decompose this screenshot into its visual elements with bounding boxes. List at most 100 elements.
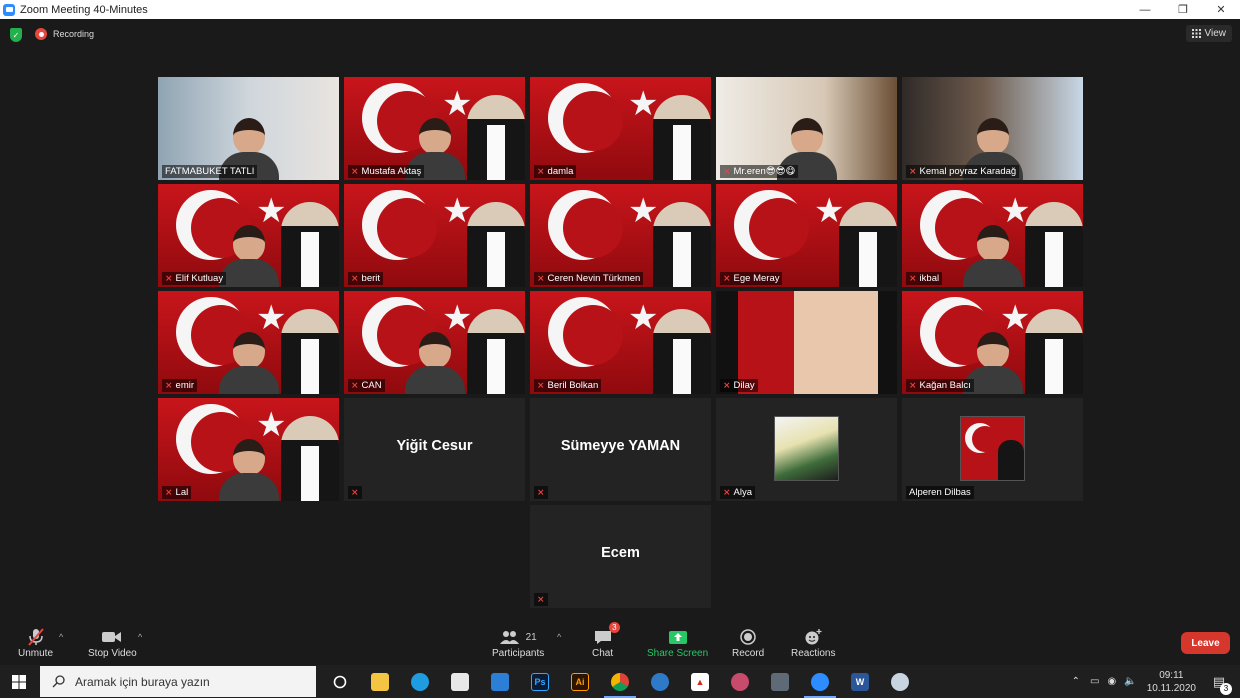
taskbar-word[interactable]: W <box>840 665 880 698</box>
muted-mic-icon: ⨯ <box>723 487 731 497</box>
minimize-button[interactable]: — <box>1126 0 1164 19</box>
portrait-figure <box>653 202 711 287</box>
taskbar-illustrator[interactable]: Ai <box>560 665 600 698</box>
record-button[interactable]: Record <box>732 626 764 659</box>
unmute-button[interactable]: Unmute <box>18 626 53 659</box>
close-button[interactable]: ✕ <box>1202 0 1240 19</box>
muted-mic-icon <box>27 626 44 648</box>
taskbar-app-paint[interactable] <box>720 665 760 698</box>
view-button[interactable]: View <box>1185 25 1232 42</box>
search-icon <box>52 675 65 688</box>
share-screen-button[interactable]: Share Screen <box>647 626 708 659</box>
taskbar-chrome[interactable] <box>600 665 640 698</box>
task-view-button[interactable] <box>320 665 360 698</box>
muted-mic-icon: ⨯ <box>537 166 545 176</box>
windows-logo-icon <box>12 674 26 689</box>
record-label: Record <box>732 648 765 659</box>
taskbar-edge[interactable] <box>400 665 440 698</box>
participant-name: emir <box>175 380 195 391</box>
participant-name: Ceren Nevin Türkmen <box>547 273 641 284</box>
participant-tile[interactable]: Sümeyye YAMAN ⨯ <box>530 398 711 501</box>
video-options-caret[interactable]: ^ <box>138 632 142 642</box>
palette-icon <box>891 672 909 691</box>
meeting-toolbar: Unmute ^ Stop Video ^ 21 Participants ^ … <box>0 620 1240 665</box>
muted-mic-icon: ⨯ <box>537 594 545 604</box>
participant-tile[interactable]: ★ ⨯ Beril Bolkan <box>530 291 711 394</box>
taskbar-file-explorer[interactable] <box>360 665 400 698</box>
participants-count: 21 <box>525 631 537 643</box>
tray-overflow-icon[interactable]: ⌃ <box>1072 676 1080 687</box>
participant-tile[interactable]: ★ ⨯ damla <box>530 77 711 180</box>
participant-tile[interactable]: ⨯ Dilay <box>716 291 897 394</box>
participant-tile[interactable]: Alperen Dilbas <box>902 398 1083 501</box>
restore-button[interactable]: ❐ <box>1164 0 1202 19</box>
participant-tile[interactable]: ⨯ Alya <box>716 398 897 501</box>
globe-icon <box>651 672 669 691</box>
clock-time: 09:11 <box>1159 669 1184 681</box>
taskbar-store[interactable] <box>440 665 480 698</box>
participant-tile[interactable]: ★ ⨯ CAN <box>344 291 525 394</box>
windows-start-button[interactable] <box>0 665 38 698</box>
portrait-figure <box>839 202 897 287</box>
pdf-icon: ▲ <box>691 672 709 691</box>
participant-tile[interactable]: ★ ⨯ Mustafa Aktaş <box>344 77 525 180</box>
portrait-figure <box>281 416 339 501</box>
participant-name: Kağan Balcı <box>919 380 971 391</box>
reactions-button[interactable]: Reactions <box>791 626 835 659</box>
taskbar-app-globe[interactable] <box>640 665 680 698</box>
stop-video-button[interactable]: Stop Video <box>88 626 137 659</box>
share-screen-icon <box>668 626 687 648</box>
taskbar-pdf[interactable]: ▲ <box>680 665 720 698</box>
taskbar-clock[interactable]: 09:11 10.11.2020 <box>1147 669 1196 695</box>
participant-tile[interactable]: ★ ⨯ Lal <box>158 398 339 501</box>
photoshop-icon: Ps <box>531 672 549 691</box>
participant-name-label: ⨯ Alya <box>720 486 756 499</box>
participant-tile[interactable]: Yiğit Cesur ⨯ <box>344 398 525 501</box>
crescent-icon <box>548 190 623 260</box>
reactions-label: Reactions <box>791 648 836 659</box>
taskbar-calculator[interactable] <box>760 665 800 698</box>
volume-icon[interactable]: 🔈 <box>1124 676 1136 687</box>
participant-name: CAN <box>361 380 382 391</box>
zoom-icon <box>811 672 829 691</box>
muted-mic-icon: ⨯ <box>909 166 917 176</box>
participants-options-caret[interactable]: ^ <box>557 632 561 642</box>
notification-center-button[interactable]: ▤ 3 <box>1208 671 1232 695</box>
participant-name-label: ⨯ damla <box>534 165 577 178</box>
participant-tile[interactable]: ⨯ Mr.eren😎😎😋 <box>716 77 897 180</box>
portrait-figure <box>653 309 711 394</box>
participant-name: Lal <box>175 487 189 498</box>
taskbar-zoom[interactable] <box>800 665 840 698</box>
network-icon[interactable]: ◉ <box>1108 676 1117 687</box>
participant-tile[interactable]: ★ ⨯ Ceren Nevin Türkmen <box>530 184 711 287</box>
participant-tile[interactable]: ★ ⨯ ikbal <box>902 184 1083 287</box>
participant-display-name: Yiğit Cesur <box>396 438 473 454</box>
taskbar-photoshop[interactable]: Ps <box>520 665 560 698</box>
system-tray: ⌃ ▭ ◉ 🔈 09:11 10.11.2020 ▤ 3 <box>1072 665 1240 698</box>
participant-tile[interactable]: ★ ⨯ Elif Kutluay <box>158 184 339 287</box>
participants-button[interactable]: 21 Participants <box>492 626 544 659</box>
leave-button[interactable]: Leave <box>1181 632 1230 654</box>
participant-tile[interactable]: ★ ⨯ Kağan Balcı <box>902 291 1083 394</box>
chrome-icon <box>611 672 629 691</box>
participant-tile[interactable]: FATMABUKET TATLI <box>158 77 339 180</box>
audio-options-caret[interactable]: ^ <box>59 632 63 642</box>
participant-tile[interactable]: ★ ⨯ berit <box>344 184 525 287</box>
chat-button[interactable]: 3 Chat <box>592 622 620 659</box>
participant-video <box>404 332 465 394</box>
recording-indicator[interactable]: Recording <box>35 28 94 40</box>
muted-mic-icon: ⨯ <box>537 273 545 283</box>
taskbar-search-box[interactable]: Aramak için buraya yazın <box>40 666 316 697</box>
participant-tile[interactable]: ★ ⨯ emir <box>158 291 339 394</box>
taskbar-app-palette[interactable] <box>880 665 920 698</box>
participant-name: Ege Meray <box>733 273 780 284</box>
portrait-figure <box>467 95 525 180</box>
window-title: Zoom Meeting 40-Minutes <box>20 3 148 16</box>
participant-tile[interactable]: Ecem ⨯ <box>530 505 711 608</box>
battery-icon[interactable]: ▭ <box>1090 676 1099 687</box>
taskbar-mail[interactable] <box>480 665 520 698</box>
participant-tile[interactable]: ★ ⨯ Ege Meray <box>716 184 897 287</box>
participant-tile[interactable]: ⨯ Kemal poyraz Karadağ <box>902 77 1083 180</box>
encryption-shield-icon[interactable]: ✓ <box>10 28 22 42</box>
view-label: View <box>1204 28 1227 39</box>
